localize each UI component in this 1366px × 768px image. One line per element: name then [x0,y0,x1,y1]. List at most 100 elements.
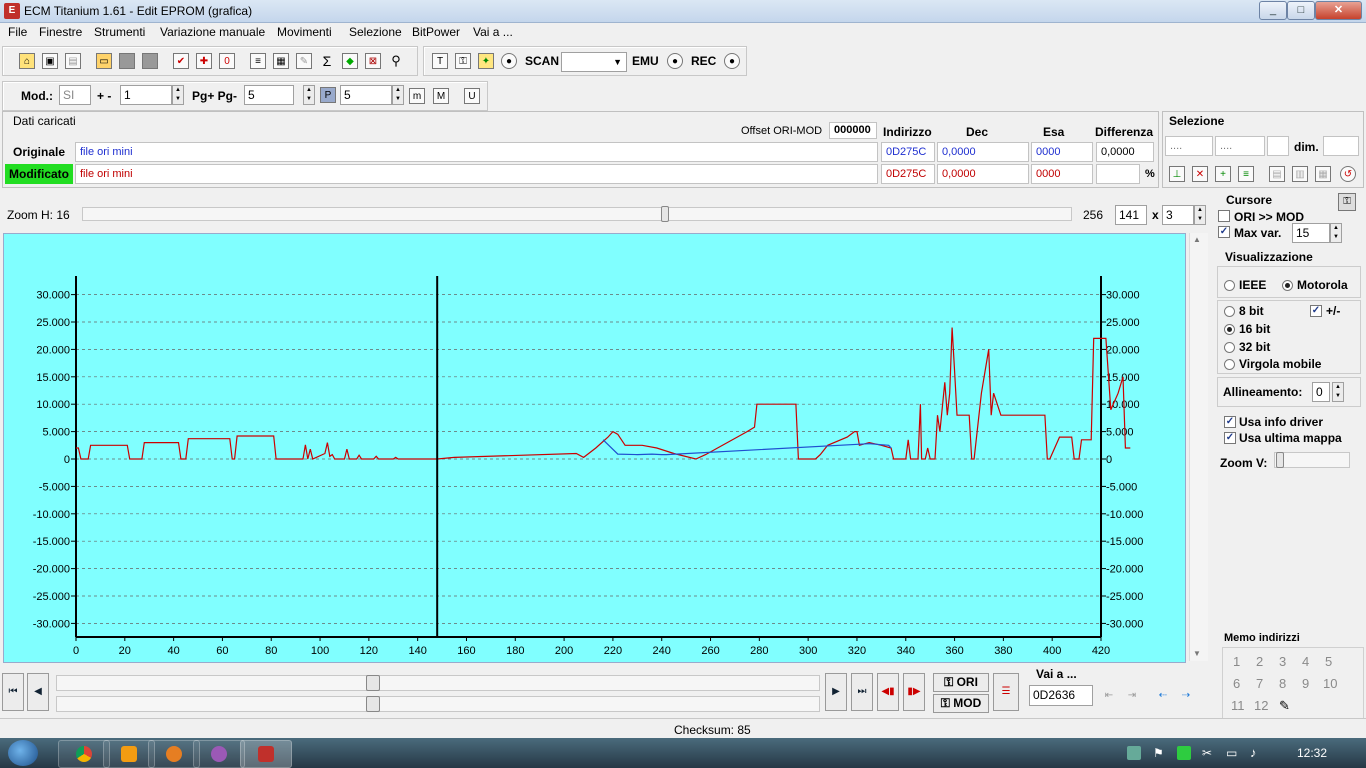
allineamento-field[interactable]: 0 [1312,382,1330,402]
reset-sel-icon[interactable]: ↺ [1340,166,1356,182]
p-field[interactable]: 5 [340,85,392,105]
report-icon[interactable]: ≡ [250,53,266,69]
m-small-button[interactable]: m [409,88,425,104]
memo-12[interactable]: 12 [1254,698,1268,713]
zero-icon[interactable]: 0 [219,53,235,69]
8bit-radio[interactable] [1224,306,1235,317]
ieee-radio[interactable] [1224,280,1235,291]
zoom-v-slider[interactable] [1274,452,1350,468]
plusminus-spinner[interactable]: ▲ ▼ [172,85,184,105]
pg-field[interactable]: 5 [244,85,294,105]
start-button[interactable] [8,740,38,766]
selezione-end-field[interactable]: .... [1215,136,1265,156]
menu-file[interactable]: File [8,25,27,39]
horizontal-scroll-mod-thumb[interactable] [366,696,380,712]
usa-ultima-mappa-checkbox[interactable]: ✓ [1224,432,1236,444]
move-sel-icon[interactable]: ▦ [1315,166,1331,182]
memo-6[interactable]: 6 [1233,676,1240,691]
16bit-radio[interactable] [1224,324,1235,335]
select-end-icon[interactable]: ≡ [1238,166,1254,182]
lock-icon[interactable]: ⚿ [455,53,471,69]
u-button[interactable]: U [464,88,480,104]
menu-strumenti[interactable]: Strumenti [94,25,145,39]
memo-2[interactable]: 2 [1256,654,1263,669]
memo-3[interactable]: 3 [1279,654,1286,669]
zoom-mult-spinner[interactable]: ▲ ▼ [1194,205,1206,225]
open-folder-icon[interactable]: ▭ [96,53,112,69]
home-icon[interactable]: ⌂ [19,53,35,69]
pg-spinner[interactable]: ▲ ▼ [303,85,315,105]
max-var-spinner[interactable]: ▲ ▼ [1330,223,1342,243]
horizontal-scroll-ori-thumb[interactable] [366,675,380,691]
p-spinner[interactable]: ▲ ▼ [392,85,404,105]
zoom-value-field[interactable]: 141 [1115,205,1147,225]
flag-icon[interactable]: ⚑ [1153,746,1167,760]
zoom-v-slider-thumb[interactable] [1276,452,1284,468]
memo-8[interactable]: 8 [1279,676,1286,691]
plusminus-checkbox[interactable]: ✓ [1310,305,1322,317]
ori-button[interactable]: ⚿ ORI [933,673,989,692]
horizontal-scroll-mod[interactable] [56,696,820,712]
menu-selezione[interactable]: Selezione [349,25,402,39]
taskbar-ecm-titanium[interactable] [240,740,292,768]
offset-field[interactable]: 000000 [829,122,877,139]
runner-icon[interactable]: ✦ [478,53,494,69]
zoom-mult-field[interactable]: 3 [1162,205,1194,225]
zoom-h-slider-thumb[interactable] [661,206,669,222]
usa-info-driver-checkbox[interactable]: ✓ [1224,416,1236,428]
tray-tools-icon[interactable]: ✂ [1202,746,1216,760]
max-var-field[interactable]: 15 [1292,223,1330,243]
select-add-icon[interactable]: + [1215,166,1231,182]
chart-area[interactable]: 30.000 30.000 25.000 25.000 20.000 20.000 15.0… [3,233,1186,663]
sigma-icon[interactable]: Σ [319,53,335,69]
chart-vscroll[interactable]: ▲ ▼ [1189,233,1208,661]
text-icon[interactable]: T [432,53,448,69]
calculator-icon[interactable]: ▦ [273,53,289,69]
memo-5[interactable]: 5 [1325,654,1332,669]
mod-button[interactable]: ⚿ MOD [933,694,989,713]
taskbar-app4[interactable] [193,740,245,768]
tray-check-icon[interactable] [1177,746,1191,760]
horizontal-scroll-ori[interactable] [56,675,820,691]
select-cancel-icon[interactable]: ✕ [1192,166,1208,182]
close-button[interactable]: ✕ [1315,1,1362,20]
ori-mod-checkbox[interactable] [1218,210,1230,222]
prev-diff-icon[interactable]: ◀▮ [877,673,899,711]
arrow-right-icon[interactable]: ⇢ [1178,688,1194,704]
allineamento-spinner[interactable]: ▲ ▼ [1332,382,1344,402]
last-page-icon[interactable]: ⏭ [851,673,873,711]
menu-movimenti[interactable]: Movimenti [277,25,332,39]
selezione-small-field[interactable] [1267,136,1289,156]
network-icon[interactable]: ▭ [1226,746,1240,760]
memo-1[interactable]: 1 [1233,654,1240,669]
32bit-radio[interactable] [1224,342,1235,353]
scroll-down-icon[interactable]: ▼ [1193,649,1201,658]
virgola-mobile-radio[interactable] [1224,359,1235,370]
checksum-icon[interactable]: ✚ [196,53,212,69]
tray-app-icon[interactable] [1127,746,1141,760]
scroll-up-icon[interactable]: ▲ [1193,235,1201,244]
arrow-left-icon[interactable]: ⇠ [1155,688,1171,704]
color-shapes-icon[interactable]: ◆ [342,53,358,69]
mod-field[interactable]: SI [59,85,91,105]
rec-dot-icon[interactable]: ● [724,53,740,69]
compare-icon[interactable]: ☰ [993,673,1019,711]
select-start-icon[interactable]: ⊥ [1169,166,1185,182]
graph-icon[interactable]: ⊠ [365,53,381,69]
memo-edit-icon[interactable]: ✎ [1279,698,1290,714]
maximize-button[interactable]: □ [1287,1,1315,20]
next-page-icon[interactable]: ▶ [825,673,847,711]
save-icon[interactable] [119,53,135,69]
plusminus-field[interactable]: 1 [120,85,172,105]
memo-10[interactable]: 10 [1323,676,1337,691]
paste-sel-icon[interactable]: ▥ [1292,166,1308,182]
m-big-button[interactable]: M [433,88,449,104]
selezione-start-field[interactable]: .... [1165,136,1213,156]
menu-variazione-manuale[interactable]: Variazione manuale [160,25,265,39]
zoom-h-slider[interactable] [82,206,1072,222]
memo-4[interactable]: 4 [1302,654,1309,669]
windows-icon[interactable]: ▣ [42,53,58,69]
copy-icon[interactable]: ▤ [65,53,81,69]
menu-finestre[interactable]: Finestre [39,25,82,39]
align-right-icon[interactable]: ⇥ [1124,688,1140,704]
